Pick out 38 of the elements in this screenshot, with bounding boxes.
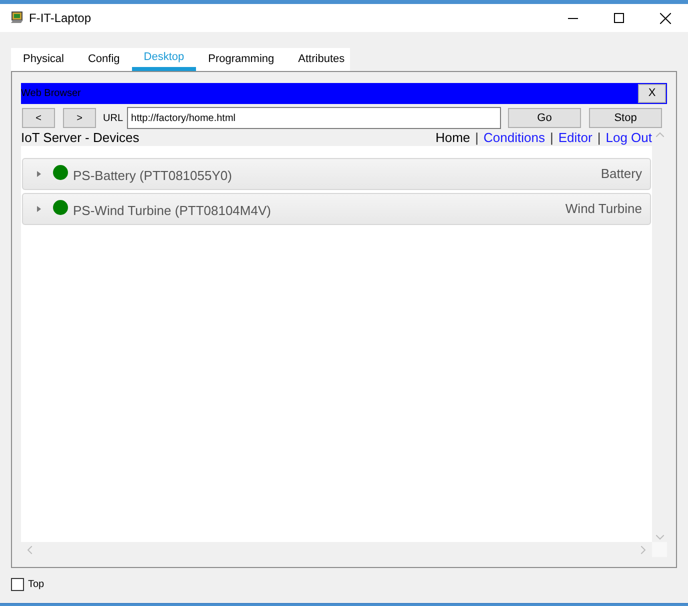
browser-title: Web Browser bbox=[21, 87, 81, 101]
nav-link[interactable]: Log Out bbox=[606, 128, 652, 148]
expand-icon[interactable] bbox=[36, 206, 42, 212]
nav-separator: | bbox=[597, 129, 601, 148]
vertical-scrollbar[interactable] bbox=[652, 130, 667, 542]
scroll-down-icon[interactable] bbox=[656, 535, 664, 540]
close-icon bbox=[660, 12, 670, 24]
scroll-up-icon[interactable] bbox=[656, 132, 664, 137]
nav-link[interactable]: Editor bbox=[558, 128, 592, 148]
page-heading: IoT Server - Devices bbox=[21, 129, 140, 148]
checkbox-label: Top bbox=[28, 578, 44, 592]
device-name: PS-Battery (PTT081055Y0) bbox=[73, 167, 232, 186]
device-type: Battery bbox=[600, 165, 642, 184]
nav-separator: | bbox=[550, 129, 554, 148]
window-title: F-IT-Laptop bbox=[29, 10, 92, 27]
stop-button[interactable]: Stop bbox=[589, 108, 662, 128]
top-checkbox[interactable] bbox=[11, 578, 24, 591]
browser-close-button[interactable]: X bbox=[638, 84, 666, 103]
nav-link[interactable]: Conditions bbox=[484, 128, 545, 148]
url-label: URL bbox=[103, 112, 124, 126]
url-field[interactable]: http://factory/home.html bbox=[127, 107, 502, 129]
device-row[interactable]: PS-Battery (PTT081055Y0) Battery bbox=[22, 158, 651, 190]
device-name: PS-Wind Turbine (PTT08104M4V) bbox=[73, 202, 271, 220]
forward-button[interactable]: > bbox=[63, 108, 96, 128]
laptop-icon bbox=[10, 11, 24, 25]
scroll-right-icon[interactable] bbox=[641, 546, 646, 554]
device-type: Wind Turbine bbox=[565, 200, 642, 218]
back-button[interactable]: < bbox=[22, 108, 55, 128]
tab[interactable]: Attributes bbox=[286, 48, 357, 71]
maximize-icon bbox=[614, 13, 624, 23]
scroll-left-icon[interactable] bbox=[27, 546, 32, 554]
tab[interactable]: Programming bbox=[196, 48, 286, 71]
device-row[interactable]: PS-Wind Turbine (PTT08104M4V) Wind Turbine bbox=[22, 193, 651, 225]
tab[interactable]: Physical bbox=[11, 48, 76, 71]
nav-separator: | bbox=[475, 129, 479, 148]
expand-icon[interactable] bbox=[36, 171, 42, 177]
go-button[interactable]: Go bbox=[508, 108, 582, 128]
tab[interactable]: Config bbox=[76, 48, 132, 71]
